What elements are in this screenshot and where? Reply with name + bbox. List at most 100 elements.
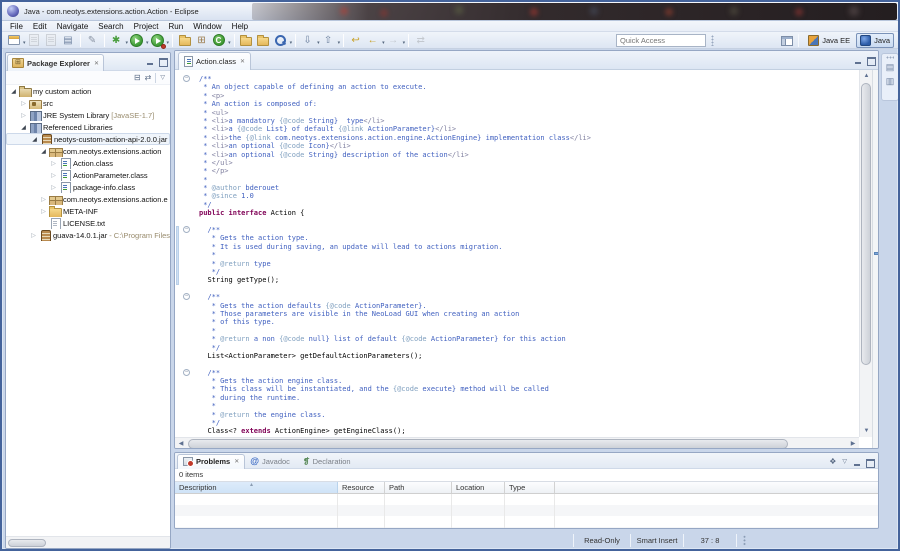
column-header-location[interactable]: Location xyxy=(452,482,505,493)
fold-collapse-icon[interactable]: − xyxy=(183,226,190,233)
new-wizard-button[interactable] xyxy=(6,33,21,48)
debug-dropdown-icon[interactable]: ▾ xyxy=(126,40,129,46)
vscroll-thumb[interactable] xyxy=(861,83,871,365)
back-dropdown-icon[interactable]: ▾ xyxy=(382,40,385,46)
tree-twistie-icon[interactable]: ▷ xyxy=(19,112,28,119)
tree-twistie-icon[interactable]: ▷ xyxy=(19,100,28,107)
tree-twistie-icon[interactable]: ▷ xyxy=(49,184,58,191)
tree-twistie-icon[interactable]: ▷ xyxy=(49,172,58,179)
new-java-project-button[interactable] xyxy=(177,33,192,48)
tree-item-referenced-libraries[interactable]: ◢Referenced Libraries xyxy=(6,121,170,133)
quick-access-input[interactable] xyxy=(616,34,706,47)
menu-item-help[interactable]: Help xyxy=(227,21,253,32)
menu-item-edit[interactable]: Edit xyxy=(28,21,52,32)
tree-item-com-neotys-extensions-action-e[interactable]: ▷com.neotys.extensions.action.e xyxy=(6,193,170,205)
tree-item-license-txt[interactable]: LICENSE.txt xyxy=(6,217,170,229)
tree-twistie-icon[interactable]: ◢ xyxy=(30,136,39,143)
search-dropdown-icon[interactable]: ▾ xyxy=(290,40,293,46)
previous-annotation-button[interactable]: ⇧ xyxy=(321,33,336,48)
open-resource-button[interactable] xyxy=(256,33,271,48)
run-button[interactable] xyxy=(129,33,144,48)
tree-item-actionparameter-class[interactable]: ▷ActionParameter.class xyxy=(6,169,170,181)
perspective-java-ee[interactable]: Java EE xyxy=(804,33,854,48)
debug-button[interactable]: ✱ xyxy=(109,33,124,48)
eclipse-app-icon[interactable] xyxy=(7,5,19,17)
close-icon[interactable]: ✕ xyxy=(94,60,99,67)
tree-twistie-icon[interactable]: ▷ xyxy=(39,196,48,203)
column-header-path[interactable]: Path xyxy=(385,482,452,493)
tab-problems[interactable]: Problems✕ xyxy=(177,454,245,469)
title-bar[interactable]: Java - com.neotys.extensions.action.Acti… xyxy=(2,2,898,21)
forward-dropdown-icon[interactable]: ▾ xyxy=(403,40,406,46)
column-header-type[interactable]: Type xyxy=(505,482,555,493)
menu-item-file[interactable]: File xyxy=(5,21,28,32)
tree-twistie-icon[interactable]: ▷ xyxy=(49,160,58,167)
tree-item-src[interactable]: ▷src xyxy=(6,97,170,109)
next-annotation-dropdown-icon[interactable]: ▾ xyxy=(317,40,320,46)
view-menu-button[interactable]: ▽ xyxy=(842,456,847,468)
tab-action-class[interactable]: Action.class ✕ xyxy=(178,52,251,70)
tree-item-meta-inf[interactable]: ▷META-INF xyxy=(6,205,170,217)
new-class-button[interactable]: C xyxy=(211,33,226,48)
tree-item-jre-system-library[interactable]: ▷JRE System Library[JavaSE-1.7] xyxy=(6,109,170,121)
run-external-tools-dropdown-icon[interactable]: ▾ xyxy=(167,40,170,46)
tab-javadoc[interactable]: @Javadoc xyxy=(245,454,298,469)
column-header-resource[interactable]: Resource xyxy=(338,482,385,493)
run-external-tools-button[interactable] xyxy=(150,33,165,48)
tree-item-com-neotys-extensions-action[interactable]: ◢com.neotys.extensions.action xyxy=(6,145,170,157)
fold-collapse-icon[interactable]: − xyxy=(183,293,190,300)
tree-twistie-icon[interactable]: ◢ xyxy=(19,124,28,131)
maximize-button[interactable] xyxy=(865,458,874,467)
scroll-right-arrow[interactable]: ▶ xyxy=(847,438,859,449)
outline-icon[interactable]: ▤ xyxy=(884,61,896,73)
hscroll-thumb[interactable] xyxy=(8,539,46,547)
editor-hscrollbar[interactable]: ◀ ▶ xyxy=(175,437,859,449)
minimize-button[interactable] xyxy=(853,458,862,467)
collapse-all-button[interactable]: ⊟ xyxy=(134,72,141,84)
last-edit-location-button[interactable]: ↩ xyxy=(348,33,363,48)
maximize-button[interactable] xyxy=(158,57,167,66)
menu-item-search[interactable]: Search xyxy=(93,21,128,32)
search-button[interactable] xyxy=(273,33,288,48)
task-list-icon[interactable]: ▥ xyxy=(884,75,896,87)
menu-item-navigate[interactable]: Navigate xyxy=(52,21,94,32)
tree-twistie-icon[interactable]: ◢ xyxy=(9,88,18,95)
package-explorer-hscrollbar[interactable] xyxy=(6,536,170,548)
run-dropdown-icon[interactable]: ▾ xyxy=(146,40,149,46)
close-icon[interactable]: ✕ xyxy=(234,458,239,465)
open-task-button[interactable]: ✎ xyxy=(85,33,100,48)
next-annotation-button[interactable]: ⇩ xyxy=(300,33,315,48)
tree-item-guava-14-0-1-jar[interactable]: ▷guava-14.0.1.jar- C:\Program Files\ xyxy=(6,229,170,241)
open-type-button[interactable] xyxy=(239,33,254,48)
tree-item-package-info-class[interactable]: ▷package-info.class xyxy=(6,181,170,193)
tree-item-my-custom-action[interactable]: ◢my custom action xyxy=(6,85,170,97)
group-by-button[interactable]: ❖ xyxy=(829,456,836,468)
perspective-java[interactable]: Java xyxy=(856,33,894,48)
overview-ruler[interactable] xyxy=(872,70,879,449)
scroll-left-arrow[interactable]: ◀ xyxy=(175,438,187,449)
tree-twistie-icon[interactable]: ▷ xyxy=(39,208,48,215)
tree-item-neotys-custom-action-api-2-0-0-jar[interactable]: ◢neotys-custom-action-api-2.0.0.jar xyxy=(6,133,170,145)
tab-package-explorer[interactable]: Package Explorer ✕ xyxy=(7,54,104,71)
new-java-package-button[interactable]: ⊞ xyxy=(194,33,209,48)
minimize-button[interactable] xyxy=(854,56,863,65)
menu-item-project[interactable]: Project xyxy=(129,21,164,32)
previous-annotation-dropdown-icon[interactable]: ▾ xyxy=(338,40,341,46)
menu-item-run[interactable]: Run xyxy=(164,21,189,32)
link-with-editor-button[interactable]: ⇄ xyxy=(145,72,152,84)
tree-item-action-class[interactable]: ▷Action.class xyxy=(6,157,170,169)
view-menu-button[interactable]: ▽ xyxy=(160,72,165,84)
cursor-position-marker[interactable] xyxy=(874,252,879,255)
tree-twistie-icon[interactable]: ▷ xyxy=(29,232,38,239)
close-icon[interactable]: ✕ xyxy=(240,58,245,65)
fold-collapse-icon[interactable]: − xyxy=(183,369,190,376)
tab-declaration[interactable]: ❡Declaration xyxy=(298,454,359,469)
minimize-button[interactable] xyxy=(146,57,155,66)
tree-twistie-icon[interactable]: ◢ xyxy=(39,148,48,155)
hscroll-thumb[interactable] xyxy=(188,439,788,449)
menu-item-window[interactable]: Window xyxy=(188,21,226,32)
fold-collapse-icon[interactable]: − xyxy=(183,75,190,82)
new-class-dropdown-icon[interactable]: ▾ xyxy=(228,40,231,46)
maximize-button[interactable] xyxy=(866,56,875,65)
new-wizard-dropdown-icon[interactable]: ▾ xyxy=(23,40,26,46)
